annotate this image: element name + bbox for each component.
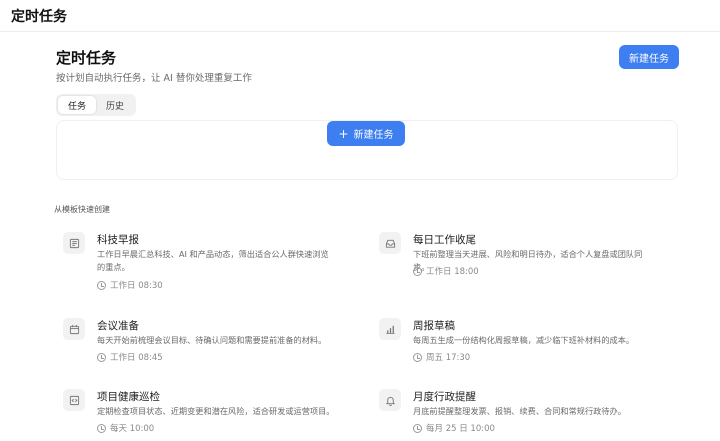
clock-icon: [413, 352, 422, 362]
template-title: 月度行政提醒: [413, 391, 476, 403]
template-title: 项目健康巡检: [97, 391, 160, 403]
page-title: 定时任务: [56, 49, 117, 67]
clock-icon: [413, 423, 422, 433]
template-card-weekly-report[interactable]: 周报草稿 每周五生成一份结构化周报草稿，减少临下班补材料的成本。 周五 17:3…: [379, 318, 679, 388]
template-card-meeting-prep[interactable]: 会议准备 每天开始前梳理会议目标、待确认问题和需要提前准备的材料。 工作日 08…: [63, 318, 363, 388]
clock-icon: [413, 266, 422, 276]
top-bar: 定时任务: [0, 0, 720, 32]
template-schedule: 工作日 08:30: [97, 279, 163, 291]
empty-state-new-task-button[interactable]: + 新建任务: [327, 121, 405, 146]
plus-icon: +: [338, 126, 349, 141]
template-card-monthly-admin[interactable]: 月度行政提醒 月底前提醒整理发票、报销、续费、合同和常规行政待办。 每月 25 …: [379, 389, 679, 441]
calendar-icon: [63, 318, 85, 340]
clock-icon: [97, 423, 106, 433]
template-card-project-health[interactable]: 项目健康巡检 定期检查项目状态、近期变更和潜在风险，适合研发或运营项目。 每天 …: [63, 389, 363, 441]
template-title: 会议准备: [97, 320, 139, 332]
template-schedule-text: 工作日 18:00: [426, 267, 479, 277]
template-schedule: 周五 17:30: [413, 351, 470, 363]
inbox-icon: [379, 232, 401, 254]
template-card-tech-briefing[interactable]: 科技早报 工作日早晨汇总科技、AI 和产品动态，筛出适合公人群快速浏览的重点。 …: [63, 232, 363, 302]
template-title: 科技早报: [97, 234, 139, 246]
app-title: 定时任务: [11, 9, 67, 25]
clock-icon: [97, 280, 106, 290]
clock-icon: [97, 352, 106, 362]
template-schedule: 工作日 08:45: [97, 351, 163, 363]
tab-history[interactable]: 历史: [96, 96, 134, 114]
template-schedule-text: 工作日 08:30: [110, 281, 163, 291]
page-subtitle: 按计划自动执行任务，让 AI 替你处理重复工作: [56, 73, 252, 84]
main-content: 定时任务 按计划自动执行任务，让 AI 替你处理重复工作 新建任务 任务 历史 …: [0, 32, 720, 441]
tab-bar: 任务 历史: [56, 94, 136, 116]
code-icon: [63, 389, 85, 411]
template-description: 工作日早晨汇总科技、AI 和产品动态，筛出适合公人群快速浏览的重点。: [97, 249, 329, 272]
new-task-button[interactable]: 新建任务: [619, 45, 679, 69]
template-schedule: 每月 25 日 10:00: [413, 422, 495, 434]
newspaper-icon: [63, 232, 85, 254]
template-card-daily-wrapup[interactable]: 每日工作收尾 下班前整理当天进展、风险和明日待办，适合个人复盘或团队同步。 工作…: [379, 232, 679, 302]
empty-state-new-task-label: 新建任务: [353, 130, 394, 141]
template-description: 每周五生成一份结构化周报草稿，减少临下班补材料的成本。: [413, 335, 635, 345]
template-description: 月底前提醒整理发票、报销、续费、合同和常规行政待办。: [413, 406, 626, 416]
bell-icon: [379, 389, 401, 411]
template-description: 每天开始前梳理会议目标、待确认问题和需要提前准备的材料。: [97, 335, 327, 345]
template-title: 每日工作收尾: [413, 234, 476, 246]
bar-chart-icon: [379, 318, 401, 340]
templates-section-label: 从模板快速创建: [54, 205, 110, 214]
template-schedule: 每天 10:00: [97, 422, 154, 434]
template-schedule-text: 每天 10:00: [110, 424, 155, 434]
template-description: 定期检查项目状态、近期变更和潜在风险，适合研发或运营项目。: [97, 406, 335, 416]
template-schedule: 工作日 18:00: [413, 265, 479, 277]
template-schedule-text: 工作日 08:45: [110, 353, 163, 363]
template-schedule-text: 每月 25 日 10:00: [426, 424, 495, 434]
tab-tasks[interactable]: 任务: [58, 96, 96, 114]
template-title: 周报草稿: [413, 320, 455, 332]
template-schedule-text: 周五 17:30: [426, 353, 471, 363]
